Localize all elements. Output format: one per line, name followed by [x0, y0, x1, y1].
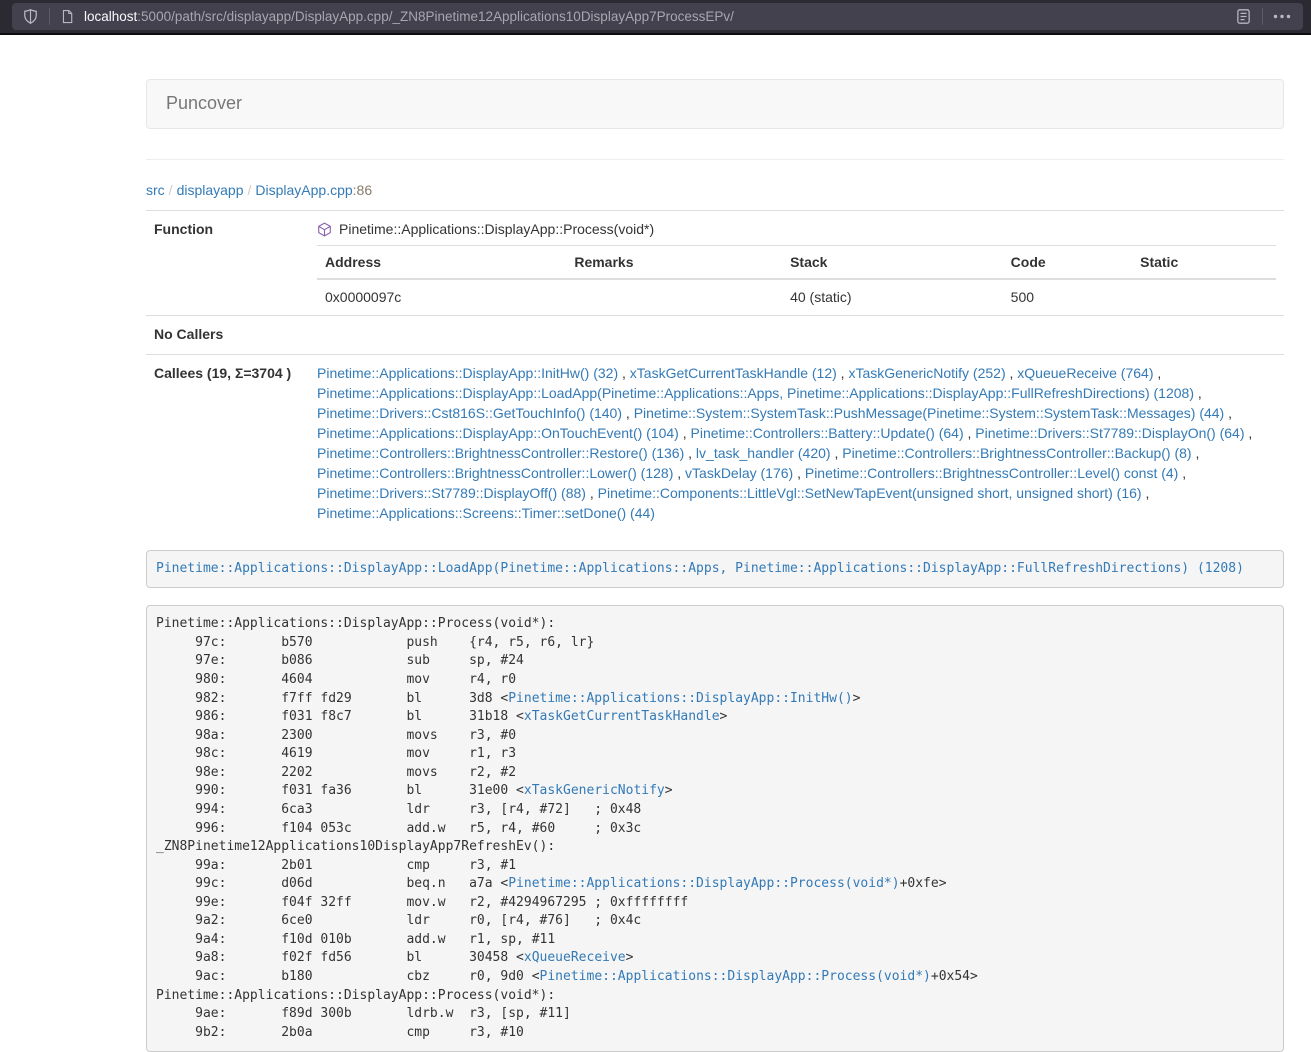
function-name: Pinetime::Applications::DisplayApp::Proc… — [339, 220, 654, 240]
toolbar-divider — [1262, 8, 1263, 25]
symbol-details-table: Function Pinetime::Applications::Display… — [146, 210, 1284, 533]
divider — [146, 159, 1284, 160]
callee-link[interactable]: Pinetime::Drivers::Cst816S::GetTouchInfo… — [317, 405, 622, 421]
breadcrumb-line-number: :86 — [353, 182, 372, 198]
callee-link[interactable]: xQueueReceive (764) — [1017, 365, 1153, 381]
address-header: Address — [317, 245, 566, 278]
disasm-symbol-link[interactable]: xTaskGetCurrentTaskHandle — [524, 709, 720, 724]
callee-link[interactable]: Pinetime::Controllers::Battery::Update()… — [691, 425, 964, 441]
breadcrumb-link-file[interactable]: DisplayApp.cpp — [255, 182, 352, 198]
package-icon — [317, 222, 332, 237]
code-header: Code — [1003, 245, 1132, 278]
callee-link[interactable]: Pinetime::Drivers::St7789::DisplayOff() … — [317, 485, 586, 501]
table-row: Function Pinetime::Applications::Display… — [146, 210, 1284, 315]
disasm-symbol-link[interactable]: Pinetime::Applications::DisplayApp::Init… — [508, 691, 852, 706]
breadcrumb-separator: / — [244, 182, 256, 198]
breadcrumb-link-displayapp[interactable]: displayapp — [177, 182, 244, 198]
shield-icon[interactable] — [22, 8, 39, 25]
address-value: 0x0000097c — [317, 279, 566, 315]
callee-link[interactable]: xTaskGenericNotify (252) — [848, 365, 1005, 381]
stack-header: Stack — [782, 245, 1003, 278]
callee-link[interactable]: Pinetime::Drivers::St7789::DisplayOn() (… — [975, 425, 1244, 441]
reader-mode-icon[interactable] — [1235, 8, 1252, 25]
table-row: No Callers — [146, 315, 1284, 354]
stack-value: 40 (static) — [782, 279, 1003, 315]
callees-list: Pinetime::Applications::DisplayApp::Init… — [309, 354, 1284, 532]
url-path: :5000/path/src/displayapp/DisplayApp.cpp… — [137, 9, 734, 24]
source-snippet: Pinetime::Applications::DisplayApp::Load… — [146, 550, 1284, 589]
app-header: Puncover — [146, 79, 1284, 129]
callee-link[interactable]: Pinetime::Applications::DisplayApp::Init… — [317, 365, 618, 381]
overflow-menu-icon[interactable] — [1273, 14, 1291, 19]
brand-link[interactable]: Puncover — [147, 80, 261, 127]
callee-link[interactable]: Pinetime::Controllers::BrightnessControl… — [317, 445, 684, 461]
static-header: Static — [1132, 245, 1276, 278]
breadcrumb: src/displayapp/DisplayApp.cpp:86 — [146, 181, 1284, 201]
callee-link[interactable]: xTaskGetCurrentTaskHandle (12) — [630, 365, 837, 381]
callee-link[interactable]: Pinetime::Applications::Screens::Timer::… — [317, 505, 655, 521]
remarks-header: Remarks — [566, 245, 782, 278]
callee-link[interactable]: Pinetime::Components::LittleVgl::SetNewT… — [598, 485, 1142, 501]
page-icon — [60, 9, 75, 24]
static-value — [1132, 279, 1276, 315]
callee-link[interactable]: Pinetime::Applications::DisplayApp::OnTo… — [317, 425, 679, 441]
main-content: Puncover src/displayapp/DisplayApp.cpp:8… — [146, 79, 1284, 1052]
url-host: localhost — [84, 9, 137, 24]
callee-link[interactable]: Pinetime::Applications::DisplayApp::Load… — [317, 385, 1194, 401]
table-header-row: Address Remarks Stack Code Static — [317, 245, 1276, 278]
remarks-value — [566, 279, 782, 315]
toolbar-divider — [49, 8, 50, 25]
disassembly-block: Pinetime::Applications::DisplayApp::Proc… — [146, 605, 1284, 1052]
callee-link[interactable]: lv_task_handler (420) — [696, 445, 831, 461]
code-value: 500 — [1003, 279, 1132, 315]
breadcrumb-separator: / — [165, 182, 177, 198]
url-text[interactable]: localhost:5000/path/src/displayapp/Displ… — [84, 7, 1235, 26]
callee-link[interactable]: vTaskDelay (176) — [685, 465, 793, 481]
no-callers-label: No Callers — [146, 315, 309, 354]
disasm-symbol-link[interactable]: xQueueReceive — [524, 950, 626, 965]
address-bar[interactable]: localhost:5000/path/src/displayapp/Displ… — [12, 3, 1303, 30]
disasm-symbol-link[interactable]: xTaskGenericNotify — [524, 783, 665, 798]
snippet-link[interactable]: Pinetime::Applications::DisplayApp::Load… — [156, 561, 1244, 576]
callees-label: Callees (19, Σ=3704 ) — [146, 354, 309, 532]
breadcrumb-link-src[interactable]: src — [146, 182, 165, 198]
function-label: Function — [146, 210, 309, 315]
callee-link[interactable]: Pinetime::Controllers::BrightnessControl… — [317, 465, 673, 481]
table-row: Callees (19, Σ=3704 ) Pinetime::Applicat… — [146, 354, 1284, 532]
callee-link[interactable]: Pinetime::System::SystemTask::PushMessag… — [634, 405, 1225, 421]
callee-link[interactable]: Pinetime::Controllers::BrightnessControl… — [805, 465, 1178, 481]
browser-toolbar: localhost:5000/path/src/displayapp/Displ… — [0, 0, 1311, 35]
disasm-symbol-link[interactable]: Pinetime::Applications::DisplayApp::Proc… — [540, 969, 931, 984]
callee-link[interactable]: Pinetime::Controllers::BrightnessControl… — [842, 445, 1191, 461]
disasm-symbol-link[interactable]: Pinetime::Applications::DisplayApp::Proc… — [508, 876, 899, 891]
table-row: 0x0000097c 40 (static) 500 — [317, 279, 1276, 315]
callers-cell — [309, 315, 1284, 354]
function-stats-table: Address Remarks Stack Code Static 0x0000… — [317, 245, 1276, 315]
